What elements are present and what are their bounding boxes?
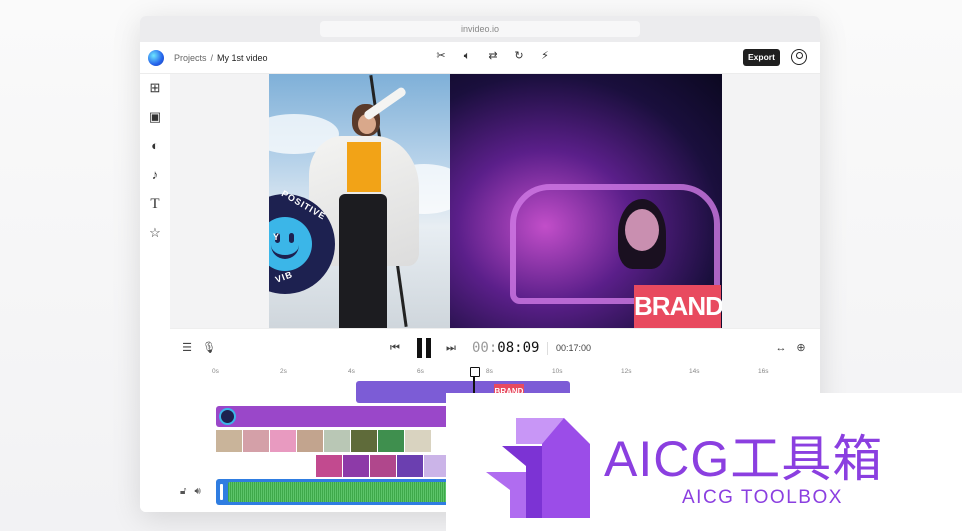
text-icon[interactable]: T [147,196,163,212]
zoom-in-icon[interactable]: ⊕ [794,341,808,355]
left-sidebar: ⊞ ▣ ◐ ♪ T ☆ [140,74,170,512]
tick-label: 6s [417,368,424,375]
current-time: 00:08:09 [472,340,539,356]
sticker-text-bottom: VIB [273,269,295,285]
pause-button[interactable] [417,338,431,358]
media-icon[interactable]: ▣ [147,109,163,125]
sticker-clip-thumbnail [219,408,236,425]
app-header: Projects / My 1st video ✂ 🔈︎ ⇄ ↻ ⚡︎ Expo… [140,42,820,74]
tick-label: 14s [689,368,700,375]
layout-icon[interactable]: ⊞ [147,80,163,96]
tick-label: 4s [348,368,355,375]
tick-label: 16s [758,368,769,375]
current-time-value: 08:09 [497,340,540,356]
browser-chrome: invideo.io [140,16,820,42]
address-bar[interactable]: invideo.io [320,21,640,37]
watermark-overlay: AICG工具箱 AICG TOOLBOX [446,393,962,531]
audio-trim-handle[interactable] [220,484,223,500]
current-time-dim: 00: [472,340,498,356]
tick-label: 8s [486,368,493,375]
sticker-text-left: Y [273,232,281,242]
breadcrumb: Projects / My 1st video [174,42,268,74]
app-logo[interactable] [148,50,164,66]
microphone-icon[interactable]: 🎙︎ [202,341,216,355]
project-name[interactable]: My 1st video [217,42,268,74]
smiley-icon [269,217,312,271]
breadcrumb-projects[interactable]: Projects [174,42,207,74]
magic-wand-icon[interactable]: ⚡︎ [539,49,551,63]
edit-toolbar: ✂ 🔈︎ ⇄ ↻ ⚡︎ [435,49,551,63]
timeline-settings-icon[interactable]: ☰ [180,341,194,355]
skip-back-icon[interactable]: ⏮ [388,341,402,355]
timeline-ruler[interactable]: 0s 2s 4s 6s 8s 10s 12s 14s 16s [170,368,820,380]
skip-forward-icon[interactable]: ⏭ [444,341,458,355]
video-track-1[interactable] [216,430,431,452]
breadcrumb-separator: / [210,53,214,63]
volume-icon[interactable]: 🔈︎ [461,49,473,63]
scissors-icon[interactable]: ✂ [435,49,447,63]
track-controls: 🔓︎ 🔊︎ [180,486,201,497]
lock-icon[interactable]: 🔓︎ [180,486,186,497]
export-button[interactable]: Export [743,49,780,66]
music-icon[interactable]: ♪ [147,167,163,183]
tick-label: 10s [552,368,563,375]
rotate-icon[interactable]: ↻ [513,49,525,63]
tick-label: 12s [621,368,632,375]
stage: invideo.io Projects / My 1st video ✂ 🔈︎ … [0,0,962,531]
watermark-title: AICG工具箱 [604,431,884,487]
playback-controls: ☰ 🎙︎ ⏮ ⏭ 00:08:09 00:17:00 ↔ ⊕ [170,328,820,368]
user-avatar-icon[interactable] [791,49,807,65]
fit-width-icon[interactable]: ↔ [774,341,788,355]
star-icon[interactable]: ☆ [147,225,163,241]
tick-label: 0s [212,368,219,375]
clip-woman-boat[interactable]: POSITIVE VIB Y [269,74,450,328]
total-duration: 00:17:00 [547,342,591,355]
aicg-toolbox-logo-icon [486,418,590,518]
shapes-icon[interactable]: ◐ [147,138,163,154]
video-canvas[interactable]: POSITIVE VIB Y BRAND [170,74,820,328]
watermark-subtitle: AICG TOOLBOX [682,487,843,508]
clip-woman-car[interactable]: BRAND [450,74,722,328]
speaker-icon[interactable]: 🔊︎ [194,486,200,497]
swap-icon[interactable]: ⇄ [487,49,499,63]
tick-label: 2s [280,368,287,375]
brand-logo[interactable]: BRAND [634,285,722,328]
